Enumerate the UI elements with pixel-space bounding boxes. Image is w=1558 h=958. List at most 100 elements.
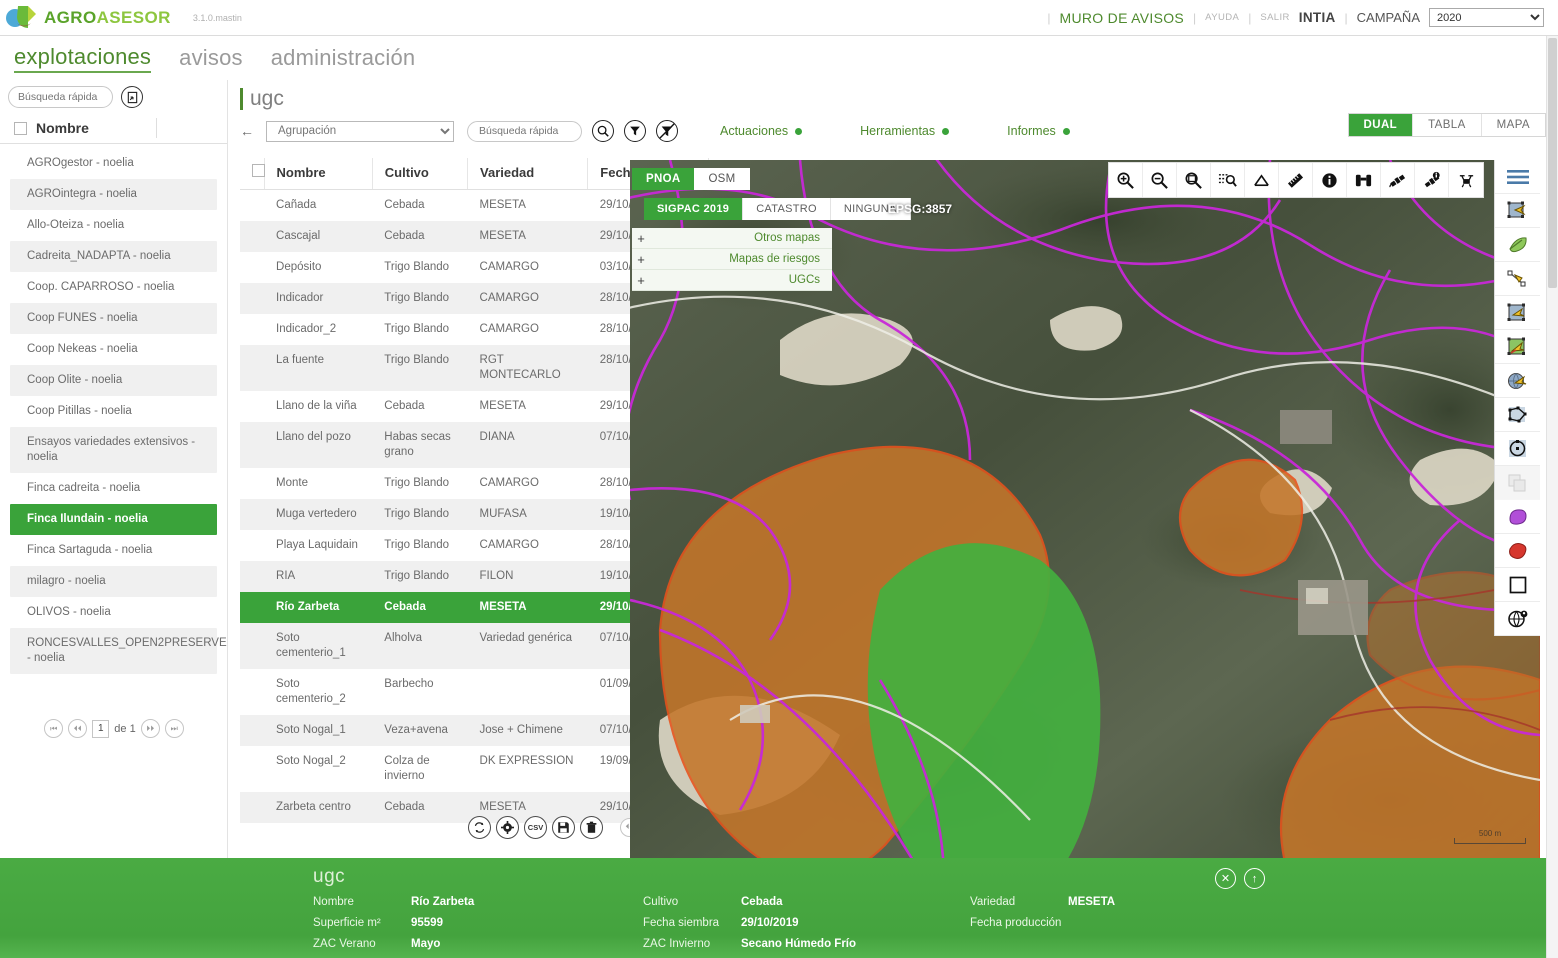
copy-shape-icon[interactable] [1495,466,1540,500]
sidebar-prev-page-button[interactable]: ⏴⏴ [68,719,88,738]
drone-icon[interactable] [1449,163,1483,197]
sidebar-item[interactable]: Coop Olite - noelia [10,365,217,396]
layer-catastro[interactable]: CATASTRO [743,198,831,220]
sidebar-item[interactable]: Cadreita_NADAPTA - noelia [10,241,217,272]
zoom-selection-icon[interactable] [1211,163,1245,197]
cell-cultivo: Cebada [372,221,468,252]
detail-actions: ✕ ↑ [1215,868,1265,889]
select-move-icon[interactable] [1495,194,1540,228]
binoculars-icon[interactable] [1347,163,1381,197]
zoom-in-icon[interactable] [1109,163,1143,197]
page-scrollbar[interactable] [1546,36,1558,958]
nav-explotaciones[interactable]: explotaciones [14,44,152,73]
detail-value-zac-verano: Mayo [411,938,441,950]
sidebar-item[interactable]: Allo-Oteiza - noelia [10,210,217,241]
accordion-otros-mapas[interactable]: + Otros mapas [632,228,832,249]
sidebar-last-page-button[interactable]: ⏭ [164,719,184,738]
cell-variedad [468,669,588,715]
sidebar-item[interactable]: AGROintegra - noelia [10,179,217,210]
accordion-ugcs[interactable]: + UGCs [632,270,832,291]
back-arrow-icon[interactable]: ← [240,123,256,139]
sidebar-item[interactable]: Finca Sartaguda - noelia [10,535,217,566]
accordion-mapas-riesgos[interactable]: + Mapas de riesgos [632,249,832,270]
zoom-extent-icon[interactable] [1177,163,1211,197]
document-export-icon[interactable] [121,86,143,108]
sidebar-next-page-button[interactable]: ⏵⏵ [140,719,160,738]
edit-globe-icon[interactable] [1495,364,1540,398]
view-mode-dual[interactable]: DUAL [1348,114,1414,136]
ayuda-link[interactable]: AYUDA [1205,12,1239,23]
square-blank-icon[interactable] [1495,568,1540,602]
edit-polygon-icon[interactable] [1495,296,1540,330]
page-scrollbar-thumb[interactable] [1548,38,1557,288]
app-logo[interactable]: AGROASESOR [0,3,171,33]
save-icon[interactable] [552,815,575,839]
left-sidebar: Nombre AGROgestor - noelia AGROintegra - … [0,80,228,858]
table-quick-search-input[interactable] [467,120,582,142]
basemap-pnoa[interactable]: PNOA [632,168,695,190]
edit-node-icon[interactable] [1495,262,1540,296]
csv-export-button[interactable]: CSV [524,815,547,839]
menu-actuaciones[interactable]: Actuaciones [720,124,803,138]
edit-leaf-icon[interactable] [1495,228,1540,262]
menu-herramientas[interactable]: Herramientas [860,124,950,138]
sidebar-item[interactable]: Coop. CAPARROSO - noelia [10,272,217,303]
campana-select[interactable]: 202020192018 [1429,8,1544,27]
filter-funnel-icon[interactable] [624,120,646,142]
top-nav-right: | MURO DE AVISOS | AYUDA | SALIR INTIA |… [1047,8,1558,27]
sidebar-item[interactable]: RONCESVALLES_OPEN2PRESERVE - noelia [10,628,227,674]
muro-de-avisos-link[interactable]: MURO DE AVISOS [1060,10,1185,26]
sidebar-item[interactable]: Finca Ilundain - noelia [10,504,217,535]
table-header-nombre[interactable]: Nombre [263,158,373,190]
satellite-info-icon[interactable] [1415,163,1449,197]
sidebar-first-page-button[interactable]: ⏮ [44,719,64,738]
sidebar-item[interactable]: Ensayos variedades extensivos - noelia [10,427,217,473]
sidebar-item[interactable]: milagro - noelia [10,566,217,597]
sidebar-select-all-checkbox[interactable] [14,121,27,135]
satellite-icon[interactable] [1381,163,1415,197]
draw-polygon-icon[interactable] [1245,163,1279,197]
sidebar-item[interactable]: AGROgestor - noelia [10,148,217,179]
salir-link[interactable]: SALIR [1260,12,1289,23]
table-header-cultivo[interactable]: Cultivo [371,158,468,190]
measure-ruler-icon[interactable] [1279,163,1313,197]
nav-avisos[interactable]: avisos [179,45,243,71]
cell-cultivo: Trigo Blando [372,499,468,530]
trash-icon[interactable] [580,815,603,839]
agrupacion-select[interactable]: Agrupación [266,120,454,142]
zoom-out-icon[interactable] [1143,163,1177,197]
table-select-all-checkbox[interactable] [252,164,265,177]
sidebar-item[interactable]: Coop Nekeas - noelia [10,334,217,365]
globe-locate-icon[interactable] [1495,602,1540,636]
view-mode-mapa[interactable]: MAPA [1482,114,1545,136]
cell-cultivo: Trigo Blando [372,283,468,314]
draw-polyline-icon[interactable] [1495,398,1540,432]
sidebar-item[interactable]: Coop Pitillas - noelia [10,396,217,427]
menu-informes[interactable]: Informes [1007,124,1070,138]
filter-clear-icon[interactable] [656,120,678,142]
info-icon[interactable] [1313,163,1347,197]
refresh-icon[interactable] [468,815,491,839]
sidebar-item-label: Coop Pitillas - noelia [27,405,132,417]
draw-circle-icon[interactable] [1495,432,1540,466]
gear-icon[interactable] [496,815,519,839]
cell-nombre: Soto cementerio_1 [264,623,373,669]
sidebar-item[interactable]: Finca cadreita - noelia [10,473,217,504]
arrow-up-circle-icon[interactable]: ↑ [1244,868,1265,889]
close-circle-icon[interactable]: ✕ [1215,868,1236,889]
sidebar-item[interactable]: Coop FUNES - noelia [10,303,217,334]
nav-administracion[interactable]: administración [271,45,416,71]
sidebar-page-input[interactable] [92,719,110,738]
edit-area-icon[interactable] [1495,330,1540,364]
parcel-purple-icon[interactable] [1495,500,1540,534]
layer-sigpac-2019[interactable]: SIGPAC 2019 [644,198,744,220]
sidebar-quick-search-input[interactable] [8,86,113,108]
sidebar-item[interactable]: OLIVOS - noelia [10,597,217,628]
basemap-osm[interactable]: OSM [694,168,750,190]
hamburger-menu-icon[interactable] [1495,160,1540,194]
parcel-red-icon[interactable] [1495,534,1540,568]
search-circle-icon[interactable] [592,120,614,142]
view-mode-tabla[interactable]: TABLA [1413,114,1482,136]
table-header-variedad[interactable]: Variedad [467,158,588,190]
map-panel[interactable]: PNOA OSM SIGPAC 2019 CATASTRO NINGUNA EP… [630,160,1540,858]
